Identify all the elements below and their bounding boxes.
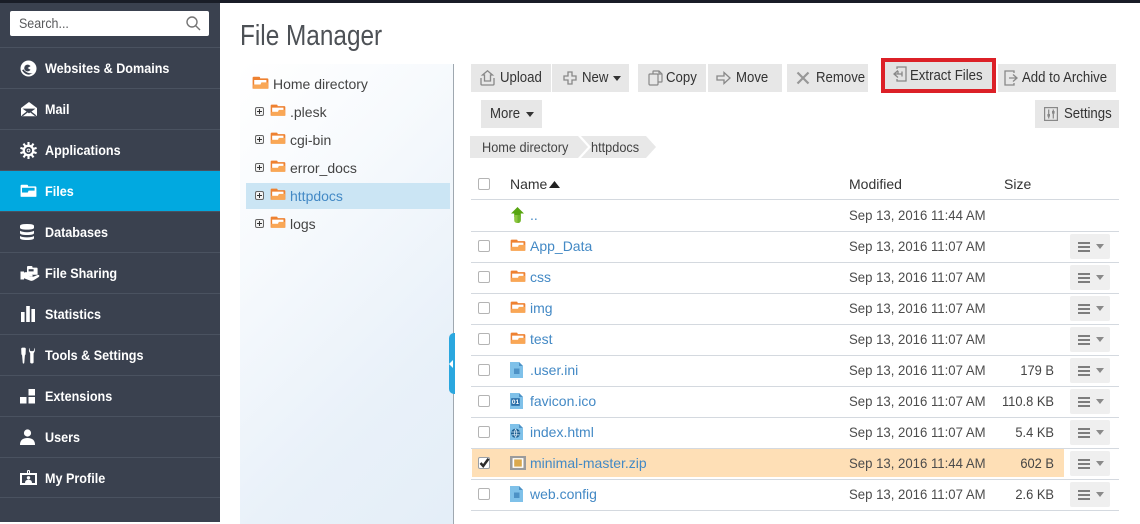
svg-text:01: 01 — [512, 399, 520, 406]
